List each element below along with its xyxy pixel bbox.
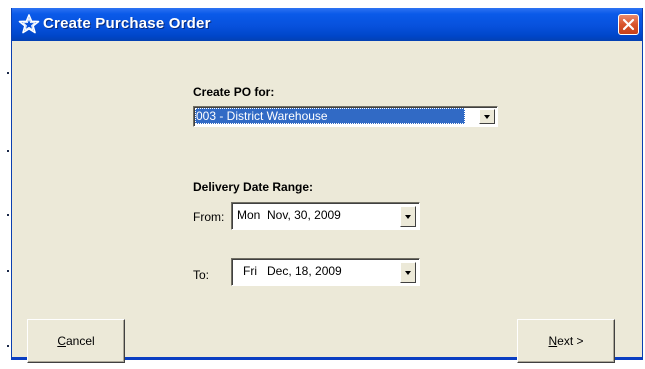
po-location-select[interactable]: 003 - District Warehouse xyxy=(193,106,498,127)
next-mnemonic: N xyxy=(548,334,558,348)
chevron-down-icon xyxy=(405,271,411,275)
from-date-dropdown-button[interactable] xyxy=(400,206,416,227)
to-date-dropdown-button[interactable] xyxy=(400,262,416,283)
cancel-label: ancel xyxy=(65,334,95,348)
cancel-mnemonic: C xyxy=(57,334,66,348)
create-po-dialog: Create Purchase Order Create PO for: 003… xyxy=(11,8,643,363)
background-edge xyxy=(0,0,11,369)
to-date-picker[interactable]: Fri Dec, 18, 2009 xyxy=(231,258,420,286)
close-icon xyxy=(622,18,635,31)
title-bar[interactable]: Create Purchase Order xyxy=(12,8,642,41)
edge-mark xyxy=(7,72,9,74)
po-location-dropdown-button[interactable] xyxy=(479,109,495,124)
next-label: ext > xyxy=(557,334,584,348)
delivery-date-range-label: Delivery Date Range: xyxy=(193,180,314,194)
cancel-button[interactable]: Cancel xyxy=(27,319,125,363)
from-date-value[interactable]: Mon Nov, 30, 2009 xyxy=(237,208,341,222)
from-label: From: xyxy=(193,210,225,224)
edge-mark xyxy=(7,345,9,347)
chevron-down-icon xyxy=(405,215,411,219)
chevron-down-icon xyxy=(484,115,490,119)
edge-mark xyxy=(7,270,9,272)
from-date-picker[interactable]: Mon Nov, 30, 2009 xyxy=(231,202,420,230)
star-icon xyxy=(18,14,40,34)
po-location-value: 003 - District Warehouse xyxy=(195,108,465,124)
window-title: Create Purchase Order xyxy=(43,15,211,32)
create-po-label: Create PO for: xyxy=(193,85,275,99)
edge-mark xyxy=(7,214,9,216)
close-button[interactable] xyxy=(618,14,639,35)
to-label: To: xyxy=(193,268,210,282)
to-date-value[interactable]: Fri Dec, 18, 2009 xyxy=(243,264,342,278)
edge-mark xyxy=(7,150,9,152)
next-button[interactable]: Next > xyxy=(517,319,615,363)
